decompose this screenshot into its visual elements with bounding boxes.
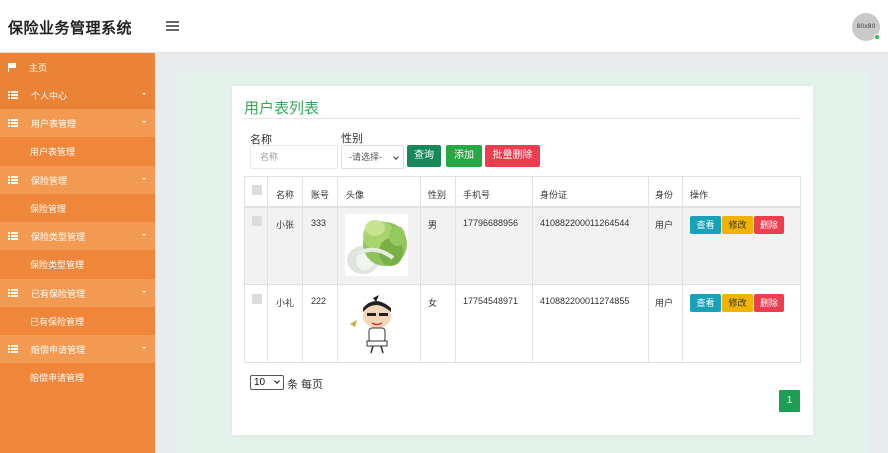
top-header: 保险业务管理系统 80x80	[0, 0, 888, 53]
list-icon	[8, 91, 18, 99]
list-icon	[8, 119, 18, 127]
column-divider	[337, 176, 338, 363]
caret-down-icon	[142, 121, 146, 123]
cell-account: 333	[311, 218, 327, 228]
row-checkbox[interactable]	[252, 216, 262, 226]
sidebar-subitem-label: 用户表管理	[30, 146, 76, 157]
online-status-dot	[874, 34, 880, 40]
caret-down-icon	[142, 291, 146, 293]
sidebar-item-label: 个人中心	[31, 90, 68, 101]
sidebar-item-claim-application[interactable]: 赔偿申请管理	[0, 335, 155, 363]
cell-phone: 17754548971	[463, 296, 519, 306]
column-header-actions: 操作	[690, 190, 709, 200]
column-divider	[420, 176, 421, 363]
column-divider	[267, 176, 268, 363]
cell-id-card: 410882200011274855	[540, 296, 630, 306]
list-icon	[8, 289, 18, 297]
caret-down-icon	[142, 234, 146, 236]
menu-toggle-icon[interactable]	[166, 21, 179, 31]
column-header-name: 名称	[276, 190, 295, 200]
cell-gender: 女	[428, 298, 438, 308]
sidebar-item-home[interactable]: 主页	[0, 53, 155, 81]
sidebar-item-insurance-type[interactable]: 保险类型管理	[0, 222, 155, 250]
cartoon-boy-avatar-image	[345, 294, 405, 356]
gender-label: 性别	[341, 133, 363, 145]
column-header-account: 账号	[311, 190, 330, 200]
column-divider	[455, 176, 456, 363]
query-button[interactable]: 查询	[407, 145, 441, 167]
column-divider	[648, 176, 649, 363]
chevron-down-icon	[393, 154, 399, 160]
batch-delete-button[interactable]: 批量删除	[485, 145, 540, 167]
list-icon	[8, 345, 18, 353]
edit-button[interactable]: 修改	[722, 294, 753, 312]
name-search-input[interactable]: 名称	[250, 145, 338, 169]
cell-name: 小张	[276, 220, 295, 230]
column-header-role: 身份	[655, 190, 674, 200]
sidebar-item-existing-insurance[interactable]: 已有保险管理	[0, 279, 155, 307]
sidebar-item-insurance[interactable]: 保险管理	[0, 166, 155, 194]
sidebar-item-label: 保险类型管理	[31, 231, 86, 242]
column-header-phone: 手机号	[463, 190, 491, 200]
sidebar-subitem-label: 保险类型管理	[30, 259, 85, 270]
table-row-divider	[244, 284, 801, 285]
column-divider	[302, 176, 303, 363]
sidebar-subitem-existing-insurance[interactable]: 已有保险管理	[0, 307, 155, 335]
cell-id-card: 410882200011264544	[540, 218, 630, 228]
avatar[interactable]: 80x80	[852, 13, 880, 41]
sidebar-item-label: 保险管理	[31, 175, 68, 186]
column-header-avatar: 头像	[346, 190, 365, 200]
view-button[interactable]: 查看	[690, 294, 721, 312]
sidebar-subitem-insurance[interactable]: 保险管理	[0, 194, 155, 222]
column-divider	[532, 176, 533, 363]
page-title: 用户表列表	[244, 100, 320, 117]
caret-down-icon	[142, 93, 146, 95]
chevron-down-icon	[274, 378, 280, 384]
page-size-select[interactable]: 10	[250, 375, 284, 390]
sidebar-item-label: 用户表管理	[31, 118, 77, 129]
view-button[interactable]: 查看	[690, 216, 721, 234]
page-size-value: 10	[254, 377, 266, 388]
column-divider	[682, 176, 683, 363]
column-header-gender: 性别	[428, 190, 447, 200]
sidebar-item-label: 主页	[29, 62, 48, 73]
sidebar-subitem-label: 已有保险管理	[30, 316, 85, 327]
add-button[interactable]: 添加	[446, 145, 482, 167]
cell-account: 222	[311, 296, 327, 306]
select-all-checkbox[interactable]	[252, 185, 262, 195]
cell-gender: 男	[428, 220, 438, 230]
delete-button[interactable]: 删除	[754, 216, 784, 234]
flag-icon	[8, 63, 16, 72]
sidebar-subitem-insurance-type[interactable]: 保险类型管理	[0, 250, 155, 278]
sidebar-subitem-label: 保险管理	[30, 203, 67, 214]
list-icon	[8, 232, 18, 240]
edit-button[interactable]: 修改	[722, 216, 753, 234]
sidebar-item-personal-center[interactable]: 个人中心	[0, 81, 155, 109]
sidebar-item-label: 已有保险管理	[31, 288, 86, 299]
cell-role: 用户	[655, 220, 674, 230]
sidebar-subitem-label: 赔偿申请管理	[30, 372, 85, 383]
caret-down-icon	[142, 347, 146, 349]
sidebar-subitem-claim-application[interactable]: 赔偿申请管理	[0, 363, 155, 391]
sidebar-item-label: 赔偿申请管理	[31, 344, 86, 355]
page-button-1[interactable]: 1	[779, 390, 800, 412]
row-checkbox[interactable]	[252, 294, 262, 304]
gender-select[interactable]: -请选择-	[341, 145, 404, 169]
cell-name: 小礼	[276, 298, 295, 308]
app-title: 保险业务管理系统	[8, 20, 133, 37]
delete-button[interactable]: 删除	[754, 294, 784, 312]
table-header-divider	[244, 207, 801, 208]
column-header-id-card: 身份证	[540, 190, 568, 200]
list-icon	[8, 176, 18, 184]
sidebar-subitem-user-table[interactable]: 用户表管理	[0, 137, 155, 165]
cell-role: 用户	[655, 298, 674, 308]
avatar-placeholder-text: 80x80	[856, 23, 876, 30]
caret-down-icon	[142, 178, 146, 180]
gender-select-value: -请选择-	[349, 152, 382, 162]
cabbage-avatar-image	[345, 214, 408, 276]
sidebar-item-user-table[interactable]: 用户表管理	[0, 109, 155, 137]
cell-phone: 17796688956	[463, 218, 519, 228]
page-size-label: 条 每页	[287, 379, 324, 391]
divider	[244, 118, 801, 119]
